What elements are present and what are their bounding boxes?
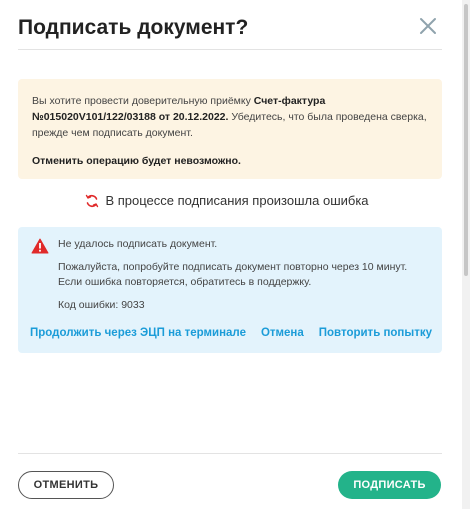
error-actions: Продолжить через ЭЦП на терминале Отмена… — [30, 327, 432, 339]
continue-terminal-link[interactable]: Продолжить через ЭЦП на терминале — [30, 327, 246, 339]
error-box: Не удалось подписать документ. Пожалуйст… — [18, 227, 442, 353]
scrollbar-thumb[interactable] — [464, 4, 468, 276]
sign-document-dialog: Подписать документ? Вы хотите провести д… — [0, 0, 462, 509]
warning-text: Вы хотите провести доверительную приёмку… — [32, 93, 428, 141]
status-text: В процессе подписания произошла ошибка — [105, 193, 369, 208]
dialog-header: Подписать документ? — [18, 14, 442, 48]
error-line-1: Не удалось подписать документ. — [58, 238, 218, 250]
scrollbar[interactable] — [462, 0, 470, 509]
alert-triangle-icon — [31, 238, 49, 254]
sign-button[interactable]: ПОДПИСАТЬ — [338, 471, 441, 499]
cancel-link[interactable]: Отмена — [261, 327, 304, 339]
sync-error-icon — [85, 194, 99, 214]
cancel-button[interactable]: ОТМЕНИТЬ — [18, 471, 114, 499]
warning-box: Вы хотите провести доверительную приёмку… — [18, 79, 442, 179]
retry-link[interactable]: Повторить попытку — [319, 327, 432, 339]
irreversible-warning: Отменить операцию будет невозможно. — [32, 155, 241, 167]
warning-text-before: Вы хотите провести доверительную приёмку — [32, 95, 254, 107]
footer-divider — [18, 453, 442, 454]
signing-status: В процессе подписания произошла ошибка — [0, 191, 454, 214]
error-message: Не удалось подписать документ. Пожалуйст… — [58, 237, 430, 321]
error-line-2: Пожалуйста, попробуйте подписать докумен… — [58, 261, 408, 288]
error-code: Код ошибки: 9033 — [58, 299, 145, 311]
close-icon[interactable] — [416, 14, 440, 38]
header-divider — [18, 49, 442, 50]
dialog-title: Подписать документ? — [18, 16, 249, 39]
